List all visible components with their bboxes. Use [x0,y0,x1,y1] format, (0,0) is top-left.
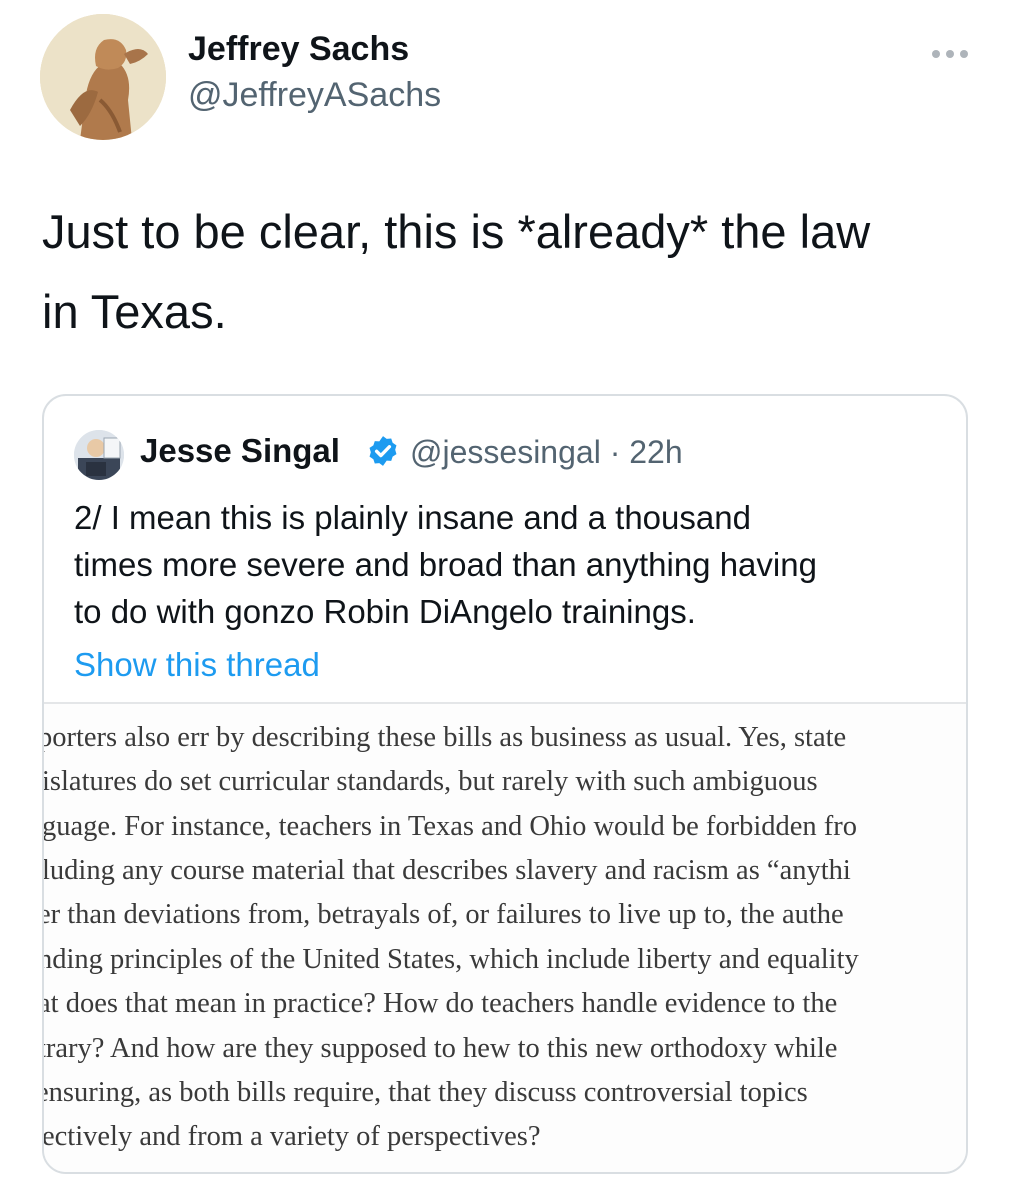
author-handle[interactable]: @JeffreyASachs [188,76,441,115]
sculpture-avatar-image [40,14,166,140]
show-thread-link[interactable]: Show this thread [74,646,320,684]
quoted-author-avatar[interactable] [74,430,124,480]
article-line: porters also err by describing these bil… [44,722,847,753]
quoted-tweet-card[interactable]: Jesse Singal @jessesingal · 22h 2/ I mea… [42,394,968,1174]
article-line: trary? And how are they supposed to hew … [44,1033,838,1064]
article-line: ectively and from a variety of perspecti… [44,1121,541,1152]
dot [946,50,954,58]
quoted-tweet-text: 2/ I mean this is plainly insane and a t… [74,494,944,635]
person-avatar-image [74,430,124,480]
quoted-author-name[interactable]: Jesse Singal [140,432,340,470]
article-line: nding principles of the United States, w… [44,944,859,975]
more-options-icon[interactable] [922,36,978,72]
quoted-text-line: to do with gonzo Robin DiAngelo training… [74,593,696,630]
dot [932,50,940,58]
tweet-text-line: Just to be clear, this is *already* the … [42,205,871,258]
author-avatar[interactable] [40,14,166,140]
article-line: at does that mean in practice? How do te… [44,988,838,1019]
tweet-text: Just to be clear, this is *already* the … [42,192,982,352]
dot [960,50,968,58]
verified-badge-icon [369,436,397,466]
article-screenshot-image[interactable]: porters also err by describing these bil… [44,702,966,1172]
quoted-handle-time[interactable]: @jessesingal · 22h [410,434,683,471]
article-line: guage. For instance, teachers in Texas a… [44,811,858,842]
article-line: er than deviations from, betrayals of, o… [44,899,844,930]
tweet-text-line: in Texas. [42,285,227,338]
quoted-text-line: 2/ I mean this is plainly insane and a t… [74,499,751,536]
quoted-text-line: times more severe and broad than anythin… [74,546,817,583]
article-line: luding any course material that describe… [44,855,851,886]
article-line: islatures do set curricular standards, b… [44,766,818,797]
article-line: ensuring, as both bills require, that th… [44,1077,808,1108]
author-name[interactable]: Jeffrey Sachs [188,30,409,69]
